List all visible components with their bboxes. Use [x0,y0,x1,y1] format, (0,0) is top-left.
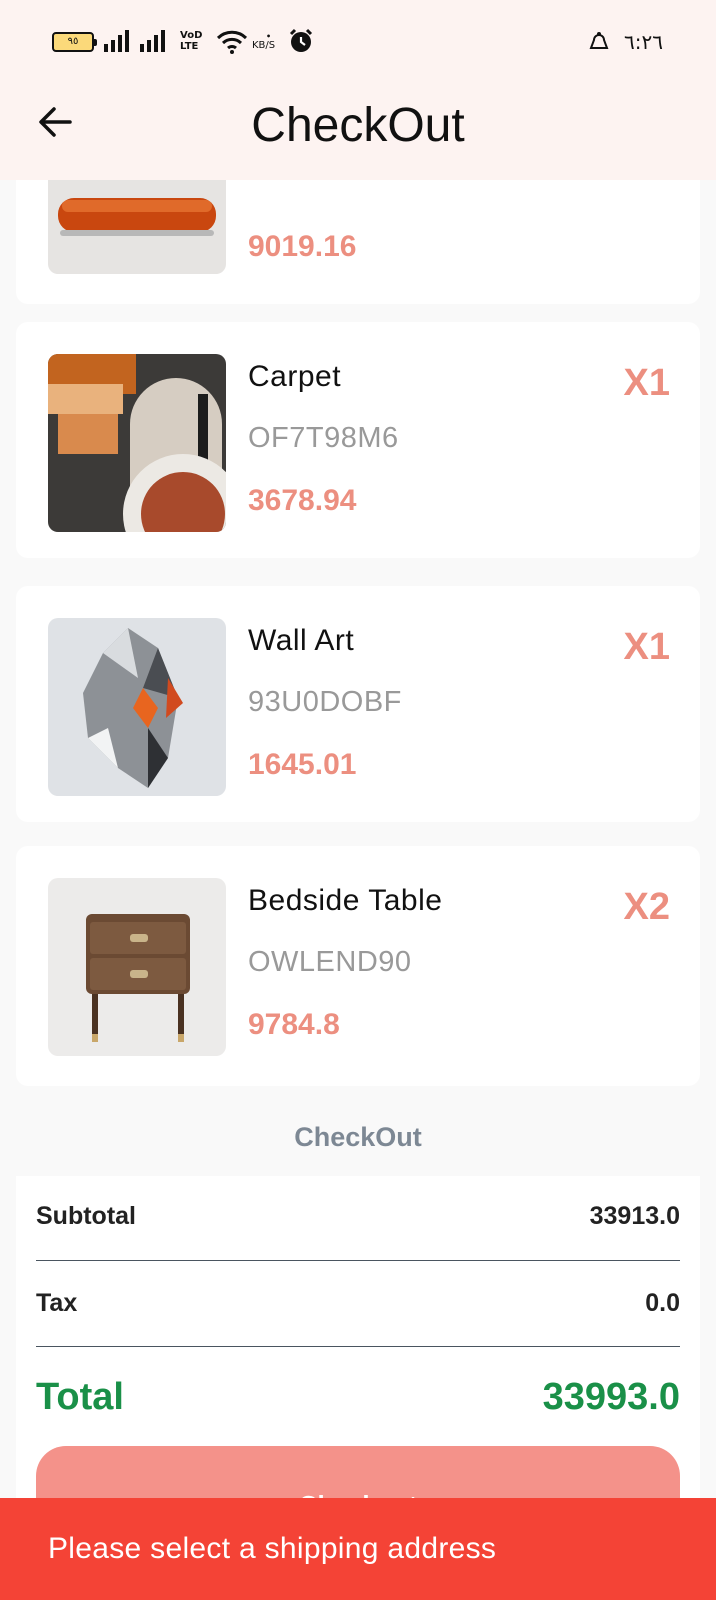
volte-line2: LTE [180,41,199,52]
notification-icon [589,32,609,49]
product-name: Carpet [248,360,342,393]
summary-section-title: CheckOut [294,1122,422,1152]
clock: ٦:٢٦ [624,30,663,54]
cart-item-card[interactable]: Wall Art 93U0DOBF 1645.01 X1 [16,586,700,822]
volte-icon: VoD LTE [180,30,202,52]
total-label: Total [36,1376,124,1418]
app-bar: CheckOut [0,80,716,180]
signal-icon [140,30,166,52]
product-price: 3678.94 [248,484,357,517]
product-code: 93U0DOBF [248,686,402,718]
product-image [48,618,226,796]
quantity-badge: X1 [623,626,670,668]
cart-item-card[interactable]: Bedside Table OWLEND90 9784.8 X2 [16,846,700,1086]
product-price: 9019.16 [248,230,357,263]
product-name: Bedside Table [248,884,443,917]
volte-line1: VoD [180,30,203,41]
product-code: OF7T98M6 [248,422,399,454]
subtotal-value: 33913.0 [589,1202,680,1230]
product-image [48,354,226,532]
alarm-icon [289,28,313,52]
snackbar-message: Please select a shipping address [48,1532,497,1565]
product-image [48,878,226,1056]
wifi-icon [216,30,248,54]
net-speed-unit: KB/S [252,40,276,51]
header: ٩٥ VoD LTE • KB/S ٦:٢٦ CheckOut [0,0,716,180]
cart-item-card[interactable]: Carpet OF7T98M6 3678.94 X1 [16,322,700,558]
snackbar: Please select a shipping address [0,1498,716,1600]
divider [36,1260,680,1261]
product-name: Wall Art [248,624,355,657]
product-code: OWLEND90 [248,946,412,978]
quantity-badge: X2 [623,886,670,928]
product-price: 9784.8 [248,1008,340,1041]
battery-level: ٩٥ [67,36,79,47]
tax-label: Tax [36,1289,78,1317]
network-speed: • KB/S [252,32,276,51]
battery-icon: ٩٥ [52,32,97,52]
product-price: 1645.01 [248,748,357,781]
total-value: 33993.0 [542,1376,680,1418]
status-bar: ٩٥ VoD LTE • KB/S ٦:٢٦ [0,0,716,80]
tax-value: 0.0 [645,1289,680,1317]
subtotal-label: Subtotal [36,1202,136,1230]
divider [36,1346,680,1347]
signal-icon [104,30,130,52]
page-title: CheckOut [251,99,465,152]
quantity-badge: X1 [623,362,670,404]
